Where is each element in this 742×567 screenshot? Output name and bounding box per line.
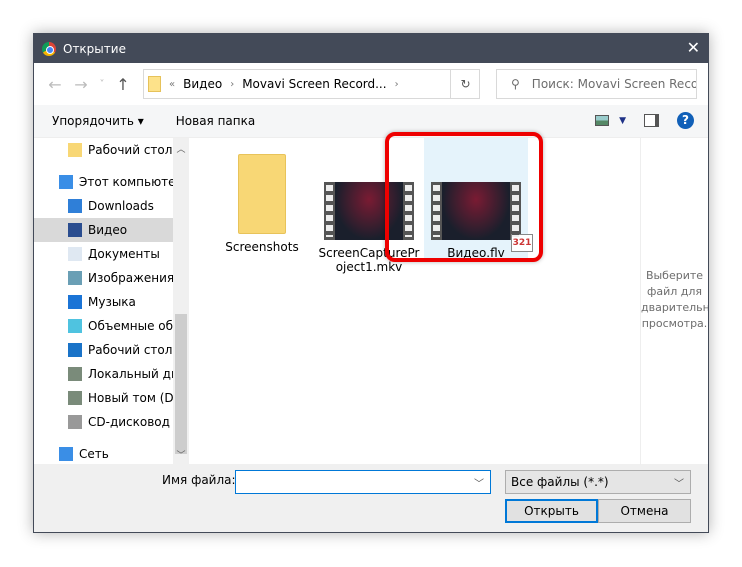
sidebar-item-label: Локальный дис	[88, 367, 186, 381]
sidebar-item-label: Рабочий стол	[88, 343, 173, 357]
scroll-down-button[interactable]: ﹀	[173, 448, 189, 461]
sidebar-item[interactable]: Рабочий стол	[34, 338, 189, 362]
chevron-right-icon[interactable]: ›	[230, 79, 234, 90]
sidebar-item-label: Этот компьютер	[79, 175, 184, 189]
navigation-bar: ← → ˅ ↑ « Видео › Movavi Screen Record..…	[34, 63, 708, 105]
cd-drive-icon	[68, 415, 82, 429]
sidebar-item-label: Объемные объ	[88, 319, 182, 333]
music-icon	[68, 295, 82, 309]
sidebar-item[interactable]: CD-дисковод (F:	[34, 410, 189, 434]
breadcrumb-movavi[interactable]: Movavi Screen Record...	[242, 77, 386, 91]
sidebar-item[interactable]: Этот компьютер	[34, 170, 189, 194]
video-icon	[68, 223, 82, 237]
path-overflow[interactable]: «	[169, 79, 175, 90]
chevron-right-icon[interactable]: ›	[395, 79, 399, 90]
refresh-button[interactable]: ↻	[450, 69, 480, 99]
forward-button[interactable]: →	[68, 75, 94, 94]
sidebar-item[interactable]: Новый том (D:)	[34, 386, 189, 410]
filetype-select[interactable]: Все файлы (*.*) ﹀	[505, 470, 691, 494]
bottom-panel: Имя файла: ﹀ Все файлы (*.*) ﹀ Открыть От…	[34, 464, 708, 532]
preview-text: дварительн	[641, 301, 708, 314]
local-disk-icon	[68, 367, 82, 381]
sidebar-item-label: Новый том (D:)	[88, 391, 183, 405]
cancel-button[interactable]: Отмена	[598, 499, 691, 523]
search-icon: ⚲	[511, 77, 520, 91]
file-item-screenshots[interactable]: Screenshots	[212, 144, 312, 254]
file-name: Screenshots	[225, 240, 299, 254]
open-dialog: Открытие ✕ ← → ˅ ↑ « Видео › Movavi Scre…	[33, 33, 709, 533]
search-input[interactable]: ⚲ Поиск: Movavi Screen Recor...	[496, 69, 697, 99]
search-placeholder: Поиск: Movavi Screen Recor...	[531, 77, 697, 91]
sidebar-item[interactable]: Сеть	[34, 442, 189, 465]
folder-icon	[68, 143, 82, 157]
sidebar-item-label: Изображения	[88, 271, 175, 285]
breadcrumb-video[interactable]: Видео	[183, 77, 222, 91]
preview-pane-button[interactable]	[644, 114, 659, 127]
address-bar[interactable]: « Видео › Movavi Screen Record... ›	[143, 69, 480, 99]
3d-objects-icon	[68, 319, 82, 333]
highlight-box	[385, 132, 543, 262]
preview-text: просмотра.	[641, 317, 708, 330]
sidebar-scrollbar[interactable]: ︿ ﹀	[173, 138, 189, 465]
chevron-down-icon: ﹀	[674, 479, 684, 490]
folder-icon	[148, 76, 161, 92]
recent-locations-button[interactable]: ˅	[94, 79, 110, 90]
toolbar: Упорядочить ▾ Новая папка ▼ ?	[34, 105, 708, 137]
download-icon	[68, 199, 82, 213]
network-icon	[59, 447, 73, 461]
computer-icon	[59, 175, 73, 189]
close-button[interactable]: ✕	[687, 38, 700, 57]
chrome-icon	[42, 41, 56, 56]
window-title: Открытие	[63, 41, 126, 56]
filename-input[interactable]: ﹀	[235, 470, 491, 494]
navigation-pane: Рабочий стол Этот компьютер Downloads Видео…	[34, 138, 189, 465]
sidebar-item[interactable]: Документы	[34, 242, 189, 266]
filename-label: Имя файла:	[162, 473, 236, 487]
sidebar-item[interactable]: Объемные объ	[34, 314, 189, 338]
preview-text: файл для	[646, 285, 703, 298]
back-button[interactable]: ←	[42, 75, 68, 94]
sidebar-item-label: Сеть	[79, 447, 109, 461]
sidebar-item[interactable]: Рабочий стол	[34, 138, 189, 162]
scrollbar-thumb[interactable]	[175, 314, 187, 454]
desktop-icon	[68, 343, 82, 357]
sidebar-item[interactable]: Видео	[34, 218, 189, 242]
sidebar-item-label: Видео	[88, 223, 128, 237]
chevron-down-icon: ▼	[619, 115, 626, 126]
view-menu-button[interactable]: ▼	[595, 115, 626, 126]
help-button[interactable]: ?	[677, 112, 694, 129]
up-button[interactable]: ↑	[110, 75, 136, 94]
preview-text: Выберите	[645, 269, 704, 282]
title-bar: Открытие ✕	[34, 34, 708, 63]
sidebar-item-label: Рабочий стол	[88, 143, 173, 157]
sidebar-item[interactable]: Музыка	[34, 290, 189, 314]
sidebar-item[interactable]: Изображения	[34, 266, 189, 290]
organize-button[interactable]: Упорядочить ▾	[52, 114, 144, 128]
document-icon	[68, 247, 82, 261]
open-button[interactable]: Открыть	[505, 499, 598, 523]
scroll-up-button[interactable]: ︿	[173, 142, 189, 155]
view-icon	[595, 115, 610, 126]
sidebar-item-label: Документы	[88, 247, 160, 261]
sidebar-item[interactable]: Локальный дис	[34, 362, 189, 386]
chevron-down-icon[interactable]: ﹀	[474, 475, 484, 490]
content-area: Рабочий стол Этот компьютер Downloads Видео…	[34, 137, 708, 465]
pictures-icon	[68, 271, 82, 285]
drive-icon	[68, 391, 82, 405]
preview-pane: Выберите файл для дварительн просмотра.	[640, 138, 708, 465]
folder-icon	[238, 154, 286, 234]
sidebar-item-label: Музыка	[88, 295, 136, 309]
filetype-value: Все файлы (*.*)	[511, 475, 609, 489]
sidebar-item-label: Downloads	[88, 199, 154, 213]
sidebar-item[interactable]: Downloads	[34, 194, 189, 218]
new-folder-button[interactable]: Новая папка	[176, 114, 255, 128]
